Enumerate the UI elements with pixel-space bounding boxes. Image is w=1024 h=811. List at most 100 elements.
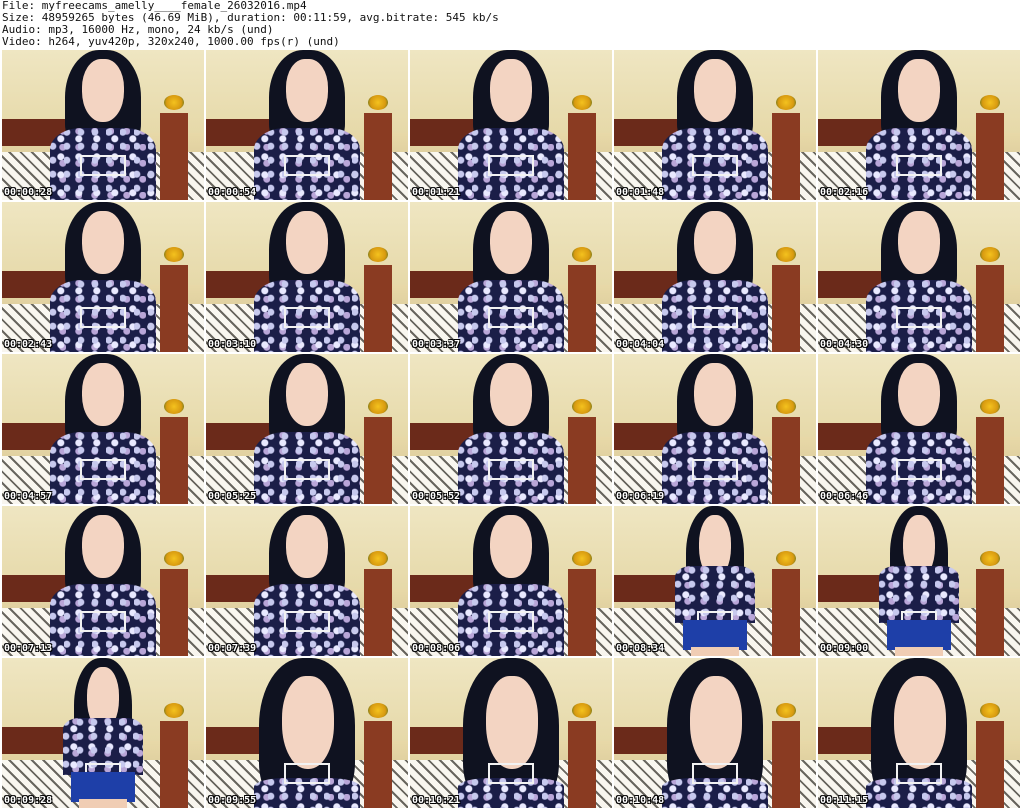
person-face bbox=[897, 211, 940, 274]
thumbnail-timestamp: 00:10:48 bbox=[616, 795, 665, 806]
thumbnail-person bbox=[662, 50, 768, 200]
thumbnail-timestamp: 00:07:13 bbox=[4, 643, 53, 654]
person-shirt-print bbox=[487, 763, 535, 784]
person-shirt-print bbox=[895, 459, 943, 480]
person-shirt-print bbox=[691, 459, 739, 480]
thumbnail-timestamp: 00:06:46 bbox=[820, 491, 869, 502]
thumbnail-flowers bbox=[367, 703, 388, 718]
video-thumbnail: 00:02:43 bbox=[2, 202, 204, 352]
thumbnail-timestamp: 00:07:39 bbox=[208, 643, 257, 654]
person-face bbox=[489, 211, 532, 274]
thumbnail-person bbox=[662, 354, 768, 504]
person-shirt-print bbox=[79, 307, 127, 328]
video-thumbnail: 00:11:15 bbox=[818, 658, 1020, 808]
thumbnail-person bbox=[62, 658, 144, 808]
thumbnail-flowers bbox=[163, 247, 184, 262]
person-face bbox=[81, 59, 124, 122]
thumbnail-person bbox=[662, 202, 768, 352]
video-thumbnail: 00:01:21 bbox=[410, 50, 612, 200]
video-thumbnail: 00:01:48 bbox=[614, 50, 816, 200]
thumbnail-stand bbox=[363, 113, 392, 200]
person-shirt-print bbox=[691, 155, 739, 176]
person-shirt-print bbox=[283, 611, 331, 632]
thumbnail-timestamp: 00:08:06 bbox=[412, 643, 461, 654]
person-face bbox=[285, 59, 328, 122]
thumbnail-stand bbox=[567, 569, 596, 656]
person-shirt-print bbox=[487, 155, 535, 176]
video-thumbnail: 00:06:46 bbox=[818, 354, 1020, 504]
thumbnail-timestamp: 00:04:04 bbox=[616, 339, 665, 350]
video-thumbnail: 00:10:21 bbox=[410, 658, 612, 808]
thumbnail-stand bbox=[159, 265, 188, 352]
thumbnail-stand bbox=[771, 113, 800, 200]
person-shirt-print bbox=[691, 763, 739, 784]
thumbnail-timestamp: 00:04:57 bbox=[4, 491, 53, 502]
video-thumbnail: 00:04:57 bbox=[2, 354, 204, 504]
video-thumbnail: 00:00:54 bbox=[206, 50, 408, 200]
video-thumbnail: 00:06:19 bbox=[614, 354, 816, 504]
person-shirt-print bbox=[79, 611, 127, 632]
thumbnail-person bbox=[50, 50, 156, 200]
thumbnail-timestamp: 00:09:55 bbox=[208, 795, 257, 806]
thumbnail-person bbox=[662, 658, 768, 808]
thumbnail-stand bbox=[159, 417, 188, 504]
thumbnail-stand bbox=[363, 265, 392, 352]
thumbnail-flowers bbox=[163, 95, 184, 110]
person-shirt-print bbox=[283, 763, 331, 784]
person-face bbox=[485, 676, 539, 769]
thumbnail-stand bbox=[363, 417, 392, 504]
thumbnail-person bbox=[866, 658, 972, 808]
person-shirt-print bbox=[487, 307, 535, 328]
thumbnail-flowers bbox=[775, 247, 796, 262]
thumbnail-timestamp: 00:01:21 bbox=[412, 187, 461, 198]
person-legs bbox=[690, 647, 740, 656]
video-thumbnail: 00:05:25 bbox=[206, 354, 408, 504]
video-thumbnail: 00:09:28 bbox=[2, 658, 204, 808]
thumbnail-person bbox=[50, 202, 156, 352]
thumbnail-person bbox=[254, 354, 360, 504]
video-thumbnail: 00:09:55 bbox=[206, 658, 408, 808]
thumbnail-flowers bbox=[571, 703, 592, 718]
thumbnail-stand bbox=[159, 113, 188, 200]
thumbnail-stand bbox=[771, 265, 800, 352]
thumbnail-flowers bbox=[979, 247, 1000, 262]
thumbnail-timestamp: 00:03:10 bbox=[208, 339, 257, 350]
thumbnail-timestamp: 00:00:28 bbox=[4, 187, 53, 198]
thumbnail-stand bbox=[771, 721, 800, 808]
thumbnail-stand bbox=[363, 569, 392, 656]
thumbnail-flowers bbox=[571, 551, 592, 566]
thumbnail-person bbox=[458, 202, 564, 352]
thumbnail-person bbox=[254, 50, 360, 200]
thumbnail-timestamp: 00:01:48 bbox=[616, 187, 665, 198]
person-shorts bbox=[70, 772, 136, 802]
thumbnail-timestamp: 00:10:21 bbox=[412, 795, 461, 806]
thumbnail-person bbox=[866, 354, 972, 504]
thumbnail-person bbox=[254, 658, 360, 808]
person-face bbox=[81, 211, 124, 274]
thumbnail-timestamp: 00:09:28 bbox=[4, 795, 53, 806]
person-legs bbox=[78, 799, 128, 808]
thumbnail-flowers bbox=[979, 399, 1000, 414]
thumbnail-timestamp: 00:02:16 bbox=[820, 187, 869, 198]
thumbnail-timestamp: 00:11:15 bbox=[820, 795, 869, 806]
thumbnail-person bbox=[50, 506, 156, 656]
person-legs bbox=[894, 647, 944, 656]
thumbnail-flowers bbox=[979, 703, 1000, 718]
thumbnail-stand bbox=[567, 417, 596, 504]
thumbnail-stand bbox=[975, 721, 1004, 808]
thumbnail-stand bbox=[975, 265, 1004, 352]
thumbnail-flowers bbox=[163, 399, 184, 414]
thumbnail-timestamp: 00:06:19 bbox=[616, 491, 665, 502]
video-thumbnail: 00:00:28 bbox=[2, 50, 204, 200]
video-thumbnail: 00:05:52 bbox=[410, 354, 612, 504]
thumbnail-flowers bbox=[367, 399, 388, 414]
thumbnail-flowers bbox=[571, 247, 592, 262]
thumbnail-person bbox=[674, 506, 756, 656]
video-thumbnail: 00:04:30 bbox=[818, 202, 1020, 352]
person-face bbox=[897, 59, 940, 122]
person-face bbox=[285, 363, 328, 426]
person-shirt-print bbox=[487, 611, 535, 632]
person-shorts bbox=[682, 620, 748, 650]
person-shirt-print bbox=[283, 155, 331, 176]
thumbnail-person bbox=[254, 506, 360, 656]
